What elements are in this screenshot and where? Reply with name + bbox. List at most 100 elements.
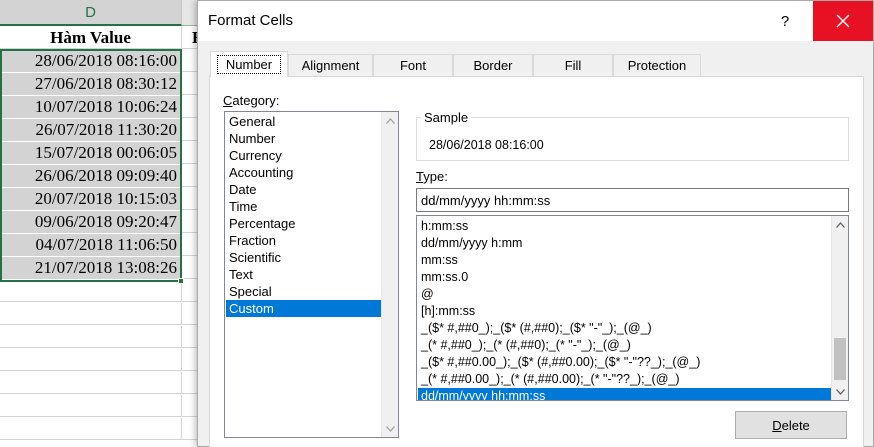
category-item-general[interactable]: General [226,113,382,130]
format-code-item[interactable]: dd/mm/yyyy h:mm [418,235,831,252]
tab-label: Font [399,58,426,73]
format-code-item[interactable]: _(* #,##0_);_(* (#,##0);_(* "-"_);_(@_) [418,337,831,354]
format-code-item[interactable]: dd/mm/yyyy hh:mm:ss [418,388,831,400]
tab-label: Border [473,58,513,73]
column-letter: D [85,3,96,21]
fill-handle[interactable] [178,278,184,284]
table-header-row: Hàm Value E [0,27,210,49]
tab-alignment[interactable]: Alignment [288,54,373,76]
tab-fill[interactable]: Fill [533,54,613,76]
table-row: 04/07/2018 11:06:50 [0,234,210,256]
help-button[interactable]: ? [770,7,800,35]
category-item-number[interactable]: Number [226,130,382,147]
chevron-down-icon [386,425,395,432]
scroll-down-arrow[interactable] [832,383,848,400]
table-row: 26/07/2018 11:30:20 [0,119,210,141]
tab-label: Number [216,55,282,74]
format-code-item[interactable]: mm:ss.0 [418,269,831,286]
format-code-item[interactable]: _(* #,##0.00_);_(* (#,##0.00);_(* "-"??_… [418,371,831,388]
date-cell[interactable]: 10/07/2018 10:06:24 [0,96,182,118]
chevron-up-icon [836,221,845,228]
date-cell[interactable]: 09/06/2018 09:20:47 [0,211,182,233]
empty-cell[interactable] [0,280,182,302]
category-label: Category: [223,93,280,108]
scroll-thumb[interactable] [834,338,846,380]
table-row: 26/06/2018 09:09:40 [0,165,210,187]
format-code-item[interactable]: _($* #,##0.00_);_($* (#,##0.00);_($* "-"… [418,354,831,371]
format-code-item[interactable]: mm:ss [418,252,831,269]
chevron-up-icon [386,117,395,124]
empty-cell[interactable] [0,349,182,371]
empty-cell[interactable] [0,395,182,417]
header-cell-ham-value[interactable]: Hàm Value [0,27,182,49]
table-row [0,395,210,417]
table-row: 28/06/2018 08:16:00 [0,50,210,72]
delete-button-label: Delete [772,417,810,433]
tab-label: Alignment [301,58,360,73]
format-code-item[interactable]: _($* #,##0_);_($* (#,##0);_($* "-"_);_(@… [418,320,831,337]
tab-border[interactable]: Border [453,54,533,76]
type-label: Type: [416,169,448,184]
format-code-item[interactable]: [h]:mm:ss [418,303,831,320]
empty-cell[interactable] [0,326,182,348]
column-header-d[interactable]: D [0,0,182,26]
table-row: 21/07/2018 13:08:26 [0,257,210,279]
table-row [0,418,210,440]
tab-label: Protection [627,58,687,73]
table-row: 15/07/2018 00:06:05 [0,142,210,164]
category-item-currency[interactable]: Currency [226,147,382,164]
category-item-scientific[interactable]: Scientific [226,249,382,266]
format-code-item[interactable]: h:mm:ss [418,218,831,235]
delete-button[interactable]: Delete [735,411,847,439]
dialog-title: Format Cells [208,12,294,29]
category-item-percentage[interactable]: Percentage [226,215,382,232]
date-cell[interactable]: 26/07/2018 11:30:20 [0,119,182,141]
empty-cell[interactable] [0,418,182,440]
category-list[interactable]: General Number Currency Accounting Date Time P… [224,111,399,438]
category-item-fraction[interactable]: Fraction [226,232,382,249]
table-row [0,372,210,394]
number-tab-panel: Category: General Number Currency Accountin… [209,76,864,447]
category-item-custom[interactable]: Custom [226,300,382,317]
sample-label: Sample [421,110,472,125]
tab-label: Fill [564,58,582,73]
date-cell[interactable]: 27/06/2018 08:30:12 [0,73,182,95]
scroll-up-arrow[interactable] [382,112,399,129]
table-row [0,326,210,348]
close-icon [836,14,850,28]
date-cell[interactable]: 20/07/2018 10:15:03 [0,188,182,210]
close-button[interactable] [813,1,873,41]
table-row [0,303,210,325]
date-cell[interactable]: 21/07/2018 13:08:26 [0,257,182,279]
table-row [0,349,210,371]
format-code-item[interactable]: @ [418,286,831,303]
tab-font[interactable]: Font [373,54,453,76]
tab-protection[interactable]: Protection [613,54,701,76]
format-scrollbar[interactable] [831,216,848,400]
category-item-date[interactable]: Date [226,181,382,198]
type-input-value: dd/mm/yyyy hh:mm:ss [421,192,551,208]
category-scrollbar[interactable] [381,112,398,437]
category-item-text[interactable]: Text [226,266,382,283]
format-code-list[interactable]: h:mm:ss dd/mm/yyyy h:mm mm:ss mm:ss.0 @ [h]:m… [416,215,849,401]
date-cell[interactable]: 15/07/2018 00:06:05 [0,142,182,164]
table-row: 09/06/2018 09:20:47 [0,211,210,233]
chevron-down-icon [836,388,845,395]
category-item-time[interactable]: Time [226,198,382,215]
empty-cell[interactable] [0,303,182,325]
type-input[interactable]: dd/mm/yyyy hh:mm:ss [416,188,849,212]
category-item-special[interactable]: Special [226,283,382,300]
scroll-down-arrow[interactable] [382,420,399,437]
scroll-up-arrow[interactable] [832,216,848,233]
date-cell[interactable]: 26/06/2018 09:09:40 [0,165,182,187]
table-row: 20/07/2018 10:15:03 [0,188,210,210]
table-row: 27/06/2018 08:30:12 [0,73,210,95]
empty-cell[interactable] [0,372,182,394]
sample-value: 28/06/2018 08:16:00 [429,138,544,152]
category-item-accounting[interactable]: Accounting [226,164,382,181]
title-bar[interactable]: Format Cells ? [198,1,873,41]
format-cells-dialog: Format Cells ? Number Alignment Font Bor… [197,0,874,447]
tab-number[interactable]: Number [210,51,288,77]
date-cell[interactable]: 28/06/2018 08:16:00 [0,50,182,72]
date-cell[interactable]: 04/07/2018 11:06:50 [0,234,182,256]
